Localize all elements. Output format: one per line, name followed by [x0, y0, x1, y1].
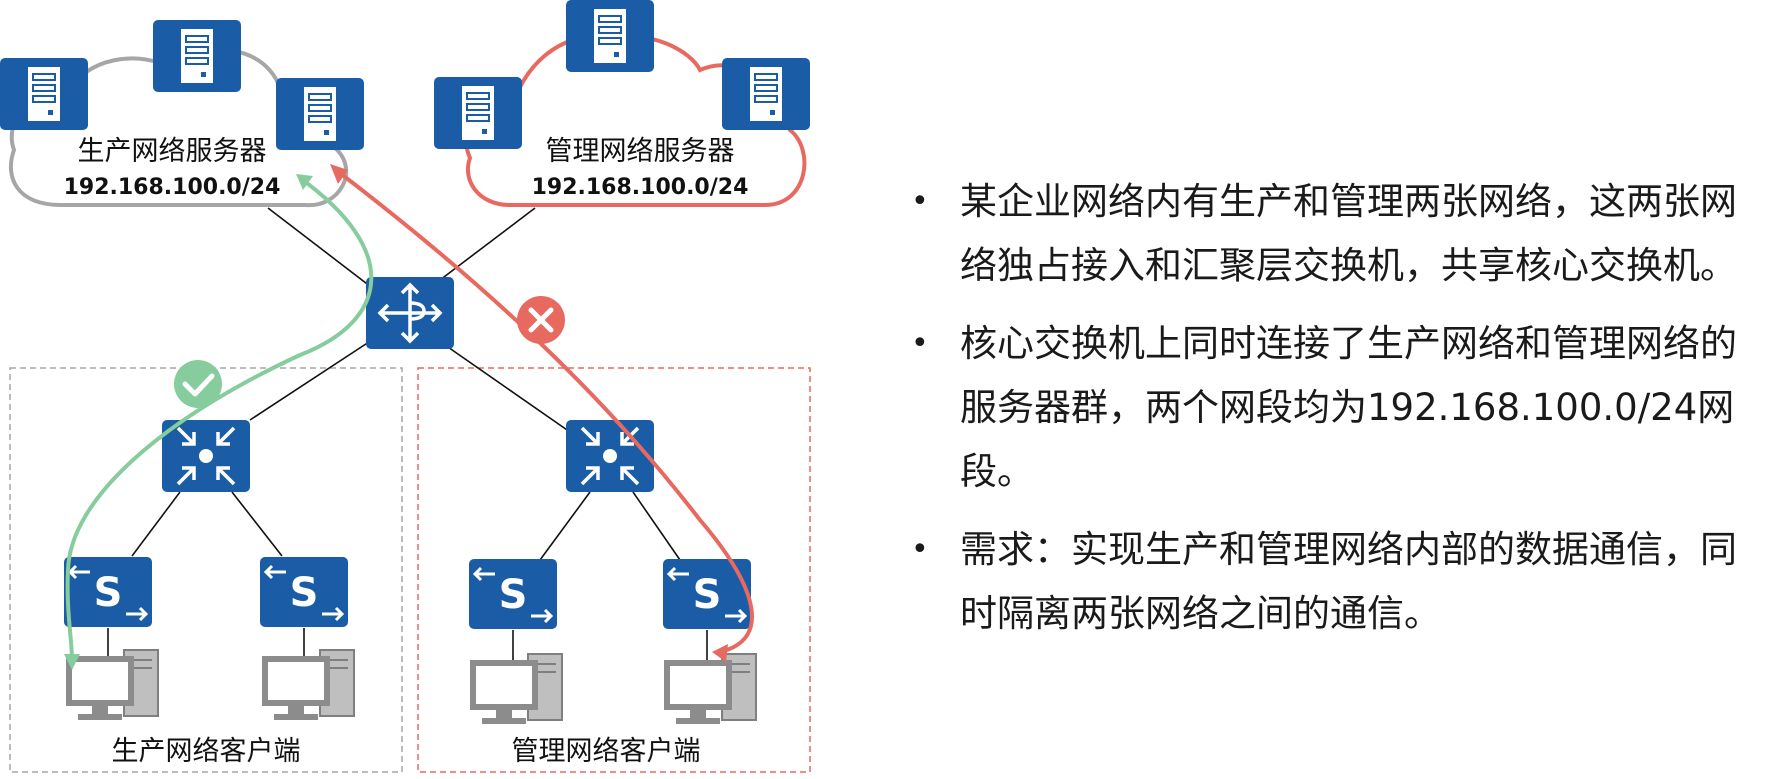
bullet-dot: • — [911, 184, 929, 219]
pc-icon — [261, 649, 355, 721]
bullet-text: 核心交换机上同时连接了生产网络和管理网络的服务器群，两个网段均为192.168.… — [960, 322, 1737, 493]
bullet-dot: • — [911, 532, 929, 567]
blocked-path-arrowhead — [712, 644, 728, 662]
access-switch-icon — [62, 555, 154, 629]
cross-icon — [517, 296, 565, 344]
server-icon — [433, 76, 523, 150]
server-icon — [152, 19, 242, 93]
pc-icon — [663, 653, 757, 725]
bullet-item: • 某企业网络内有生产和管理两张网络，这两张网络独占接入和汇聚层交换机，共享核心交… — [905, 170, 1765, 298]
pc-icon — [65, 649, 159, 721]
bullet-item: • 需求：实现生产和管理网络内部的数据通信，同时隔离两张网络之间的通信。 — [905, 518, 1765, 646]
mgmt-server-label: 管理网络服务器 — [546, 136, 735, 167]
prod-server-subnet: 192.168.100.0/24 — [64, 175, 281, 200]
aggregation-switch-icon — [564, 418, 656, 494]
bullet-dot: • — [911, 326, 929, 361]
server-icon — [0, 57, 89, 131]
requirement-bullets: • 某企业网络内有生产和管理两张网络，这两张网络独占接入和汇聚层交换机，共享核心交… — [905, 170, 1765, 660]
aggregation-switch-icon — [160, 418, 252, 494]
server-icon — [275, 77, 365, 151]
mgmt-client-label: 管理网络客户端 — [512, 736, 701, 767]
mgmt-server-subnet: 192.168.100.0/24 — [532, 175, 749, 200]
core-switch-icon — [364, 275, 456, 351]
network-diagram: S — [0, 0, 811, 773]
prod-server-label: 生产网络服务器 — [78, 136, 267, 167]
bullet-text: 需求：实现生产和管理网络内部的数据通信，同时隔离两张网络之间的通信。 — [960, 528, 1737, 635]
prod-client-label: 生产网络客户端 — [112, 736, 301, 767]
access-switch-icon — [467, 557, 559, 631]
pc-icon — [469, 653, 563, 725]
bullet-item: • 核心交换机上同时连接了生产网络和管理网络的服务器群，两个网段均为192.168… — [905, 312, 1765, 504]
check-icon — [174, 360, 222, 408]
bullet-text: 某企业网络内有生产和管理两张网络，这两张网络独占接入和汇聚层交换机，共享核心交换… — [960, 180, 1737, 287]
access-switch-icon — [258, 555, 350, 629]
server-icon — [721, 57, 811, 131]
server-icon — [565, 0, 655, 73]
